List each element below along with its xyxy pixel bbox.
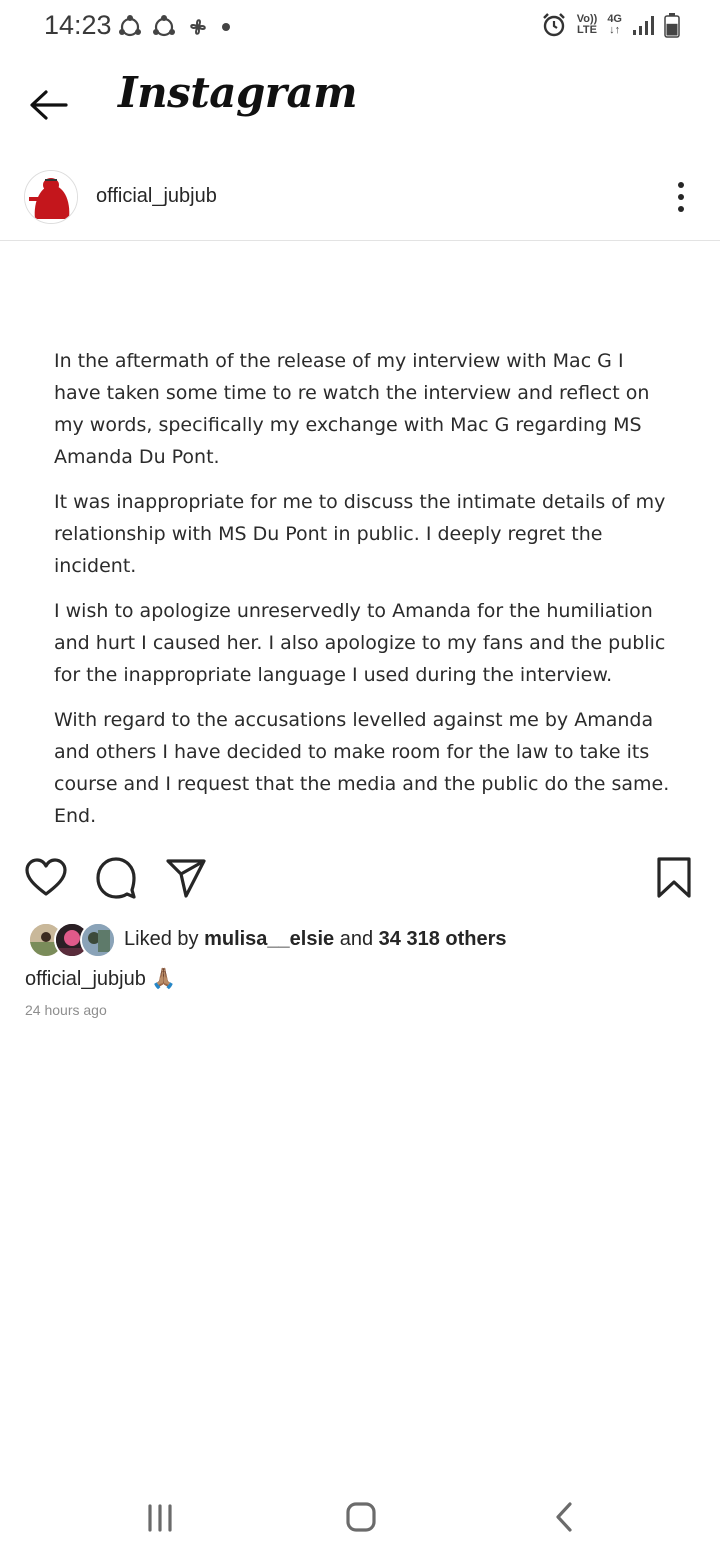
system-navigation-bar: [0, 1480, 720, 1560]
status-time: 14:23: [44, 10, 112, 40]
home-icon[interactable]: [331, 1494, 391, 1542]
statement-paragraph: I wish to apologize unreservedly to Aman…: [54, 600, 666, 686]
app-header: Instagram: [0, 60, 720, 150]
likes-row[interactable]: Liked by mulisa__elsie and 34 318 others: [28, 922, 688, 958]
comment-icon[interactable]: [94, 856, 138, 900]
likes-text[interactable]: Liked by mulisa__elsie and 34 318 others: [124, 928, 507, 951]
post-actions: [0, 856, 720, 902]
statement-text: In the aftermath of the release of my in…: [54, 345, 674, 845]
save-bookmark-icon[interactable]: [652, 856, 696, 900]
recent-apps-icon[interactable]: [130, 1494, 190, 1542]
pinwheel-icon: [190, 19, 206, 35]
avatar[interactable]: [24, 170, 78, 224]
statement-paragraph: In the aftermath of the release of my in…: [54, 350, 650, 468]
statement-paragraph: It was inappropriate for me to discuss t…: [54, 491, 666, 577]
sync-icon: [153, 15, 175, 37]
statement-paragraph: With regard to the accusations levelled …: [54, 709, 670, 827]
lte-label: LTE: [577, 24, 597, 36]
data-indicator: 4G ↓↑: [607, 14, 622, 36]
battery-icon: [664, 13, 680, 38]
dot-icon: [222, 23, 230, 31]
post-image[interactable]: In the aftermath of the release of my in…: [0, 241, 720, 831]
avatar: [80, 922, 116, 958]
more-options-icon[interactable]: [668, 180, 694, 216]
liker-avatar-image: [82, 924, 114, 956]
signal-icon: [633, 16, 654, 35]
avatar-image: [25, 171, 77, 223]
post-header: official_jubjub: [0, 168, 720, 241]
liker-avatars: [28, 922, 116, 958]
alarm-icon: [542, 13, 565, 37]
share-send-icon[interactable]: [164, 856, 208, 900]
likes-others[interactable]: 34 318 others: [379, 928, 507, 950]
back-arrow-icon[interactable]: [26, 84, 72, 126]
data-arrows-label: ↓↑: [609, 24, 621, 36]
likes-and: and: [339, 928, 374, 950]
back-nav-icon[interactable]: [534, 1494, 594, 1542]
status-bar: 14:23 Vo)) LTE 4G ↓↑: [0, 0, 720, 54]
status-notification-icons: [116, 14, 234, 40]
status-system-icons: Vo)) LTE 4G ↓↑: [541, 12, 680, 38]
volte-indicator: Vo)) LTE: [577, 14, 598, 36]
sync-icon: [119, 15, 141, 37]
likes-user[interactable]: mulisa__elsie: [204, 928, 334, 950]
likes-prefix: Liked by: [124, 928, 199, 950]
post-username[interactable]: official_jubjub: [96, 185, 217, 208]
like-heart-icon[interactable]: [24, 856, 68, 900]
caption: official_jubjub 🙏🏽: [25, 966, 176, 991]
post-timestamp: 24 hours ago: [25, 1002, 107, 1018]
caption-username[interactable]: official_jubjub: [25, 968, 146, 990]
app-title: Instagram: [118, 68, 358, 117]
caption-text: 🙏🏽: [151, 968, 177, 990]
